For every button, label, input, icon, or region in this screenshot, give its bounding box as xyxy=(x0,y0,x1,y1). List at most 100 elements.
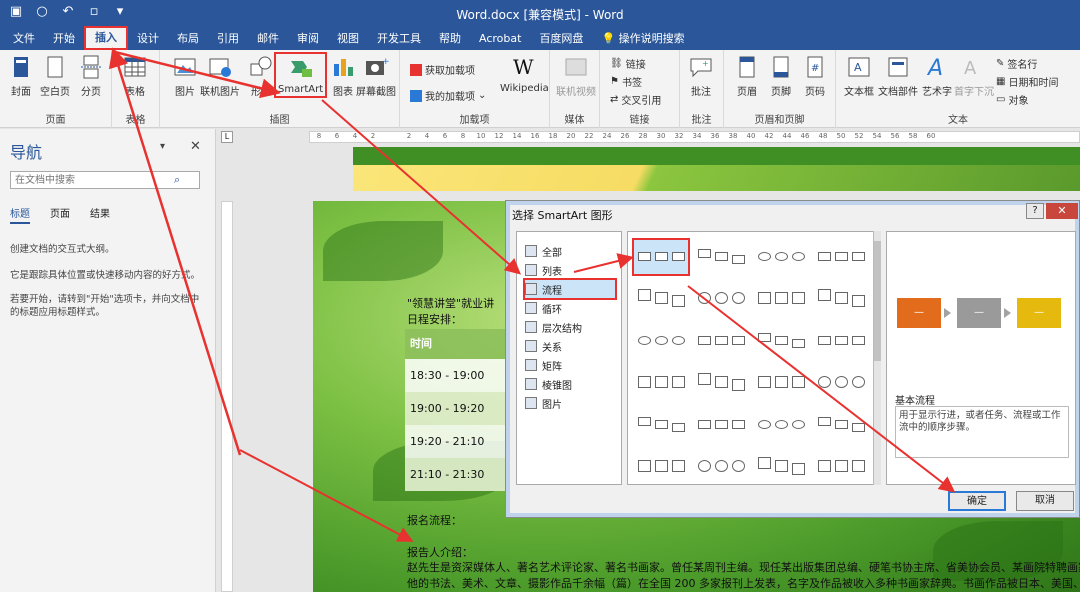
dialog-close-button[interactable]: ✕ xyxy=(1046,203,1078,219)
tab-insert[interactable]: 插入 xyxy=(84,26,128,50)
nav-tab-pages[interactable]: 页面 xyxy=(50,205,70,224)
category-relationship[interactable]: 关系 xyxy=(525,337,615,355)
get-addins-button[interactable]: 获取加载项 xyxy=(410,62,475,77)
tab-references[interactable]: 引用 xyxy=(208,28,248,50)
layout-thumbnail[interactable] xyxy=(814,450,868,484)
layout-thumbnail[interactable] xyxy=(694,282,748,316)
smartart-icon xyxy=(290,61,312,77)
layout-thumbnail[interactable] xyxy=(814,324,868,358)
group-label-table: 表格 xyxy=(125,115,146,126)
layout-thumbnail[interactable] xyxy=(754,240,808,274)
blank-page-button[interactable]: 空白页 xyxy=(40,54,70,98)
object-button[interactable]: ▭ 对象 xyxy=(996,92,1028,107)
layout-thumbnail[interactable] xyxy=(634,282,688,316)
cover-page-button[interactable]: 封面 xyxy=(8,54,34,98)
drop-cap-button[interactable]: A 首字下沉 xyxy=(954,54,994,98)
layout-thumbnail[interactable] xyxy=(694,408,748,442)
layout-thumbnail[interactable] xyxy=(754,366,808,400)
table-button[interactable]: 表格 xyxy=(122,54,148,98)
layout-thumbnail[interactable] xyxy=(754,450,808,484)
textbox-button[interactable]: A 文本框 xyxy=(844,54,874,98)
ok-button[interactable]: 确定 xyxy=(948,491,1006,511)
tab-layout[interactable]: 布局 xyxy=(168,28,208,50)
layout-thumbnail[interactable] xyxy=(814,366,868,400)
pane-options-icon[interactable]: ▾ xyxy=(160,141,165,152)
layout-thumbnail[interactable] xyxy=(814,282,868,316)
layout-thumbnail[interactable] xyxy=(814,408,868,442)
footer-button[interactable]: 页脚 xyxy=(768,54,794,98)
cross-reference-button[interactable]: ⇄ 交叉引用 xyxy=(610,92,661,107)
scrollbar-thumb[interactable] xyxy=(874,241,881,361)
horizontal-ruler[interactable]: 8 6 4 2 2 4 6 8 10 12 14 16 18 20 22 24 26 28 30 32 34 36 38 40… xyxy=(309,131,1080,143)
category-matrix[interactable]: 矩阵 xyxy=(525,356,615,374)
ruler-tick-label: 46 xyxy=(800,132,810,140)
layout-thumbnail[interactable] xyxy=(694,324,748,358)
category-picture[interactable]: 图片 xyxy=(525,394,615,412)
layout-thumbnail[interactable] xyxy=(634,324,688,358)
my-addins-button[interactable]: 我的加载项 ⌄ xyxy=(410,88,486,103)
date-time-button[interactable]: ▦ 日期和时间 xyxy=(996,74,1058,89)
link-button[interactable]: ⛓ 链接 xyxy=(610,56,646,71)
help-button[interactable]: ? xyxy=(1026,203,1044,219)
tab-file[interactable]: 文件 xyxy=(4,28,44,50)
category-pyramid[interactable]: 棱锥图 xyxy=(525,375,615,393)
screenshot-button[interactable]: + 屏幕截图 xyxy=(356,54,396,98)
shapes-button[interactable]: 形状 xyxy=(248,54,274,98)
comment-button[interactable]: + 批注 xyxy=(688,54,714,98)
category-all[interactable]: 全部 xyxy=(525,242,615,260)
chart-button[interactable]: 图表 xyxy=(330,54,356,98)
tab-developer[interactable]: 开发工具 xyxy=(368,28,430,50)
vertical-ruler[interactable] xyxy=(221,201,233,592)
tab-home[interactable]: 开始 xyxy=(44,28,84,50)
tab-design[interactable]: 设计 xyxy=(128,28,168,50)
tab-selector[interactable]: L xyxy=(221,131,233,143)
online-video-button[interactable]: 联机视频 xyxy=(556,54,596,98)
category-process[interactable]: 流程 xyxy=(523,278,617,300)
page-number-button[interactable]: # 页码 xyxy=(802,54,828,98)
doc-reporter-label: 报告人介绍： xyxy=(407,546,473,559)
layout-thumbnail[interactable] xyxy=(814,240,868,274)
category-hierarchy[interactable]: 层次结构 xyxy=(525,318,615,336)
wordart-button[interactable]: A 艺术字 xyxy=(922,54,952,98)
tab-help[interactable]: 帮助 xyxy=(430,28,470,50)
signature-line-button[interactable]: ✎ 签名行 xyxy=(996,56,1037,71)
layout-thumbnail[interactable] xyxy=(754,408,808,442)
smartart-button[interactable]: SmartArt xyxy=(274,52,328,98)
tab-mailings[interactable]: 邮件 xyxy=(248,28,288,50)
cancel-button[interactable]: 取消 xyxy=(1016,491,1074,511)
category-cycle[interactable]: 循环 xyxy=(525,299,615,317)
tab-review[interactable]: 审阅 xyxy=(288,28,328,50)
layout-shape xyxy=(715,335,728,345)
bookmark-button[interactable]: ⚑ 书签 xyxy=(610,74,642,89)
layout-thumbnail[interactable] xyxy=(754,324,808,358)
layout-thumbnail[interactable] xyxy=(634,366,688,400)
navigation-search-input[interactable] xyxy=(10,171,200,189)
tab-acrobat[interactable]: Acrobat xyxy=(470,28,530,50)
nav-tab-results[interactable]: 结果 xyxy=(90,205,110,224)
wikipedia-button[interactable]: W Wikipedia xyxy=(500,54,549,94)
tell-me-search[interactable]: 💡 操作说明搜索 xyxy=(592,28,693,50)
page-break-button[interactable]: 分页 xyxy=(78,54,104,98)
layout-thumbnail[interactable] xyxy=(634,408,688,442)
layout-thumbnail[interactable] xyxy=(634,450,688,484)
group-label-comments: 批注 xyxy=(691,115,712,126)
category-list-item[interactable]: 列表 xyxy=(525,261,615,279)
picture-button[interactable]: 图片 xyxy=(172,54,198,98)
quick-parts-button[interactable]: 文档部件 xyxy=(878,54,918,98)
tab-baidu-netdisk[interactable]: 百度网盘 xyxy=(530,28,592,50)
layout-thumbnail[interactable] xyxy=(754,282,808,316)
layout-shape xyxy=(835,376,848,388)
tab-view[interactable]: 视图 xyxy=(328,28,368,50)
ruler-tick-label: 56 xyxy=(890,132,900,140)
layout-thumbnail[interactable] xyxy=(694,240,748,274)
online-picture-button[interactable]: 联机图片 xyxy=(200,54,240,98)
close-icon[interactable]: ✕ xyxy=(190,139,201,154)
layout-thumbnail[interactable] xyxy=(694,450,748,484)
ruler-tick-label: 42 xyxy=(764,132,774,140)
gallery-scrollbar[interactable] xyxy=(873,231,881,485)
layout-thumbnail[interactable] xyxy=(694,366,748,400)
layout-basic-process[interactable] xyxy=(632,238,690,276)
search-icon[interactable]: ⌕ xyxy=(174,173,180,187)
header-button[interactable]: 页眉 xyxy=(734,54,760,98)
nav-tab-headings[interactable]: 标题 xyxy=(10,205,30,224)
